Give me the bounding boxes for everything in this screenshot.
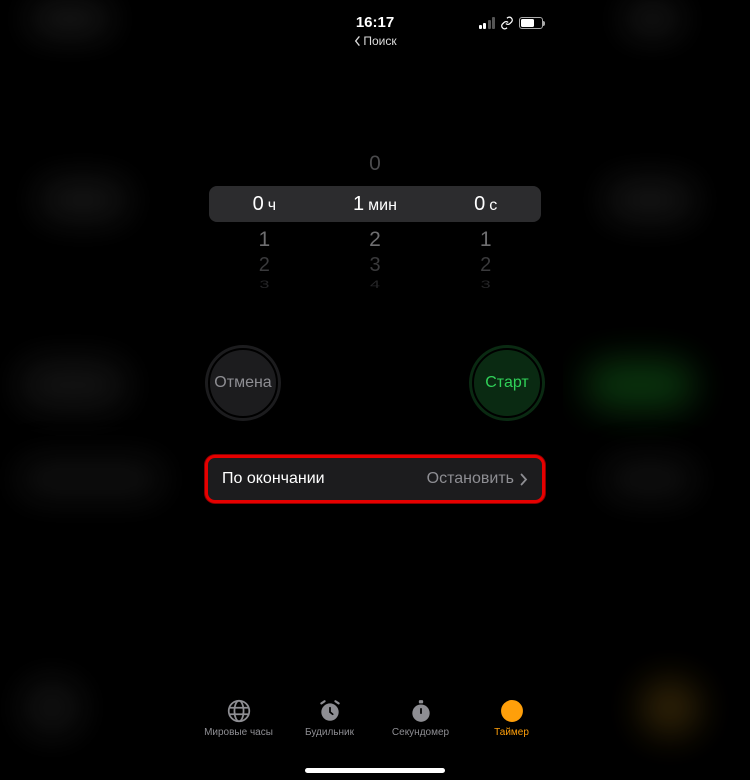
picker-seconds-above bbox=[430, 152, 541, 176]
picker-selection-bar: 0ч 1мин 0с bbox=[209, 186, 541, 222]
home-indicator[interactable] bbox=[305, 768, 445, 773]
tab-stopwatch[interactable]: Секундомер bbox=[375, 698, 466, 738]
cancel-button-label: Отмена bbox=[214, 374, 271, 392]
status-time: 16:17 bbox=[356, 14, 394, 31]
tab-alarm-label: Будильник bbox=[305, 727, 354, 738]
picker-minutes-above: 0 bbox=[320, 152, 431, 176]
tab-world-clock[interactable]: Мировые часы bbox=[193, 698, 284, 738]
chevron-left-icon bbox=[353, 36, 361, 46]
alarm-icon bbox=[317, 698, 343, 724]
start-button-label: Старт bbox=[485, 374, 528, 392]
tab-stopwatch-label: Секундомер bbox=[392, 727, 449, 738]
back-breadcrumb[interactable]: Поиск bbox=[353, 34, 396, 48]
picker-seconds-selected[interactable]: 0с bbox=[430, 193, 541, 216]
picker-hours-b1: 1 bbox=[209, 228, 320, 252]
start-button[interactable]: Старт bbox=[469, 345, 545, 421]
picker-minutes-b1: 2 bbox=[320, 228, 431, 252]
picker-seconds-b1: 1 bbox=[430, 228, 541, 252]
tab-timer-label: Таймер bbox=[494, 727, 529, 738]
tab-alarm[interactable]: Будильник bbox=[284, 698, 375, 738]
battery-icon bbox=[519, 17, 543, 29]
tab-world-label: Мировые часы bbox=[204, 727, 273, 738]
status-indicators bbox=[479, 16, 544, 30]
picker-seconds-b3: 3 bbox=[430, 278, 541, 291]
picker-hours-above bbox=[209, 152, 320, 176]
picker-hours-selected[interactable]: 0ч bbox=[209, 193, 320, 216]
cancel-button[interactable]: Отмена bbox=[205, 345, 281, 421]
hotspot-icon bbox=[500, 16, 514, 30]
signal-icon bbox=[479, 17, 496, 29]
tab-bar: Мировые часы Будильник Секундомер Тайм bbox=[187, 698, 563, 760]
picker-minutes-selected[interactable]: 1мин bbox=[320, 193, 431, 216]
back-label: Поиск bbox=[363, 34, 396, 48]
tab-timer[interactable]: Таймер bbox=[466, 698, 557, 738]
status-bar: 16:17 bbox=[187, 14, 563, 34]
when-timer-ends-row[interactable]: По окончании Остановить bbox=[205, 455, 545, 503]
timer-icon bbox=[499, 698, 525, 724]
timer-buttons: Отмена Старт bbox=[205, 345, 545, 421]
when-ends-value: Остановить bbox=[427, 470, 514, 488]
chevron-right-icon bbox=[520, 473, 528, 486]
phone-screen: 16:17 Поиск 0 0ч bbox=[187, 0, 563, 780]
globe-icon bbox=[226, 698, 252, 724]
picker-minutes-b3: 4 bbox=[320, 278, 431, 291]
when-ends-label: По окончании bbox=[222, 470, 325, 488]
time-picker[interactable]: 0 0ч 1мин 0с 1 2 1 2 3 2 3 4 3 bbox=[209, 150, 541, 290]
stopwatch-icon bbox=[408, 698, 434, 724]
picker-hours-b3: 3 bbox=[209, 278, 320, 291]
